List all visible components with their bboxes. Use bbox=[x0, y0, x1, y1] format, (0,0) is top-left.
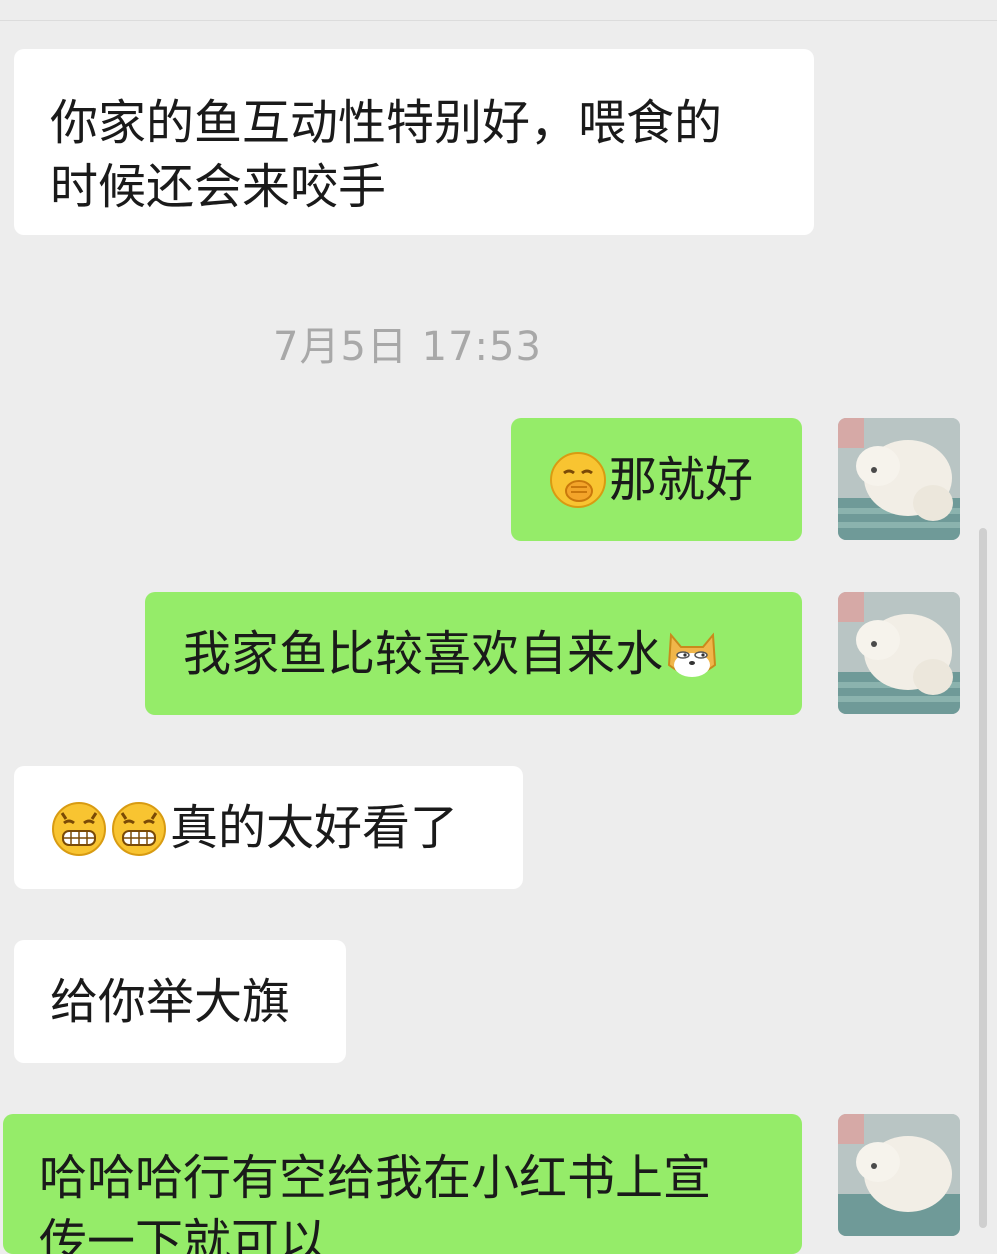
facepalm-grin-emoji bbox=[549, 451, 607, 509]
user-avatar[interactable] bbox=[838, 592, 960, 714]
message-bubble-sent[interactable]: 那就好 bbox=[511, 418, 802, 541]
scrollbar-thumb[interactable] bbox=[979, 528, 987, 1228]
message-bubble-received[interactable]: 真的太好看了 bbox=[14, 766, 523, 889]
user-avatar[interactable] bbox=[838, 418, 960, 540]
message-text: 我家鱼比较喜欢自来水 bbox=[183, 625, 664, 682]
message-bubble-received[interactable]: 给你举大旗 bbox=[14, 940, 346, 1063]
message-text: 传一下就可以 bbox=[39, 1214, 328, 1254]
message-text: 哈哈哈行有空给我在小红书上宣 bbox=[39, 1150, 712, 1206]
message-text: 那就好 bbox=[609, 451, 754, 508]
message-bubble-received[interactable]: 你家的鱼互动性特别好，喂食的 时候还会来咬手 bbox=[14, 49, 814, 235]
top-bar-divider bbox=[0, 0, 997, 21]
message-text: 你家的鱼互动性特别好，喂食的 bbox=[50, 95, 723, 151]
message-bubble-sent[interactable]: 我家鱼比较喜欢自来水 bbox=[145, 592, 802, 715]
message-text: 时候还会来咬手 bbox=[50, 159, 387, 215]
doge-emoji bbox=[663, 625, 721, 683]
dog-photo-icon bbox=[838, 592, 960, 714]
message-bubble-sent[interactable]: 哈哈哈行有空给我在小红书上宣 传一下就可以 bbox=[3, 1114, 802, 1254]
dog-photo-icon bbox=[838, 418, 960, 540]
grin-emoji bbox=[110, 799, 168, 857]
user-avatar[interactable] bbox=[838, 1114, 960, 1236]
message-timestamp: 7月5日 17:53 bbox=[273, 324, 542, 370]
dog-photo-icon bbox=[838, 1114, 960, 1236]
message-text: 真的太好看了 bbox=[170, 799, 459, 856]
message-text: 给你举大旗 bbox=[50, 973, 291, 1030]
grin-emoji bbox=[50, 799, 108, 857]
